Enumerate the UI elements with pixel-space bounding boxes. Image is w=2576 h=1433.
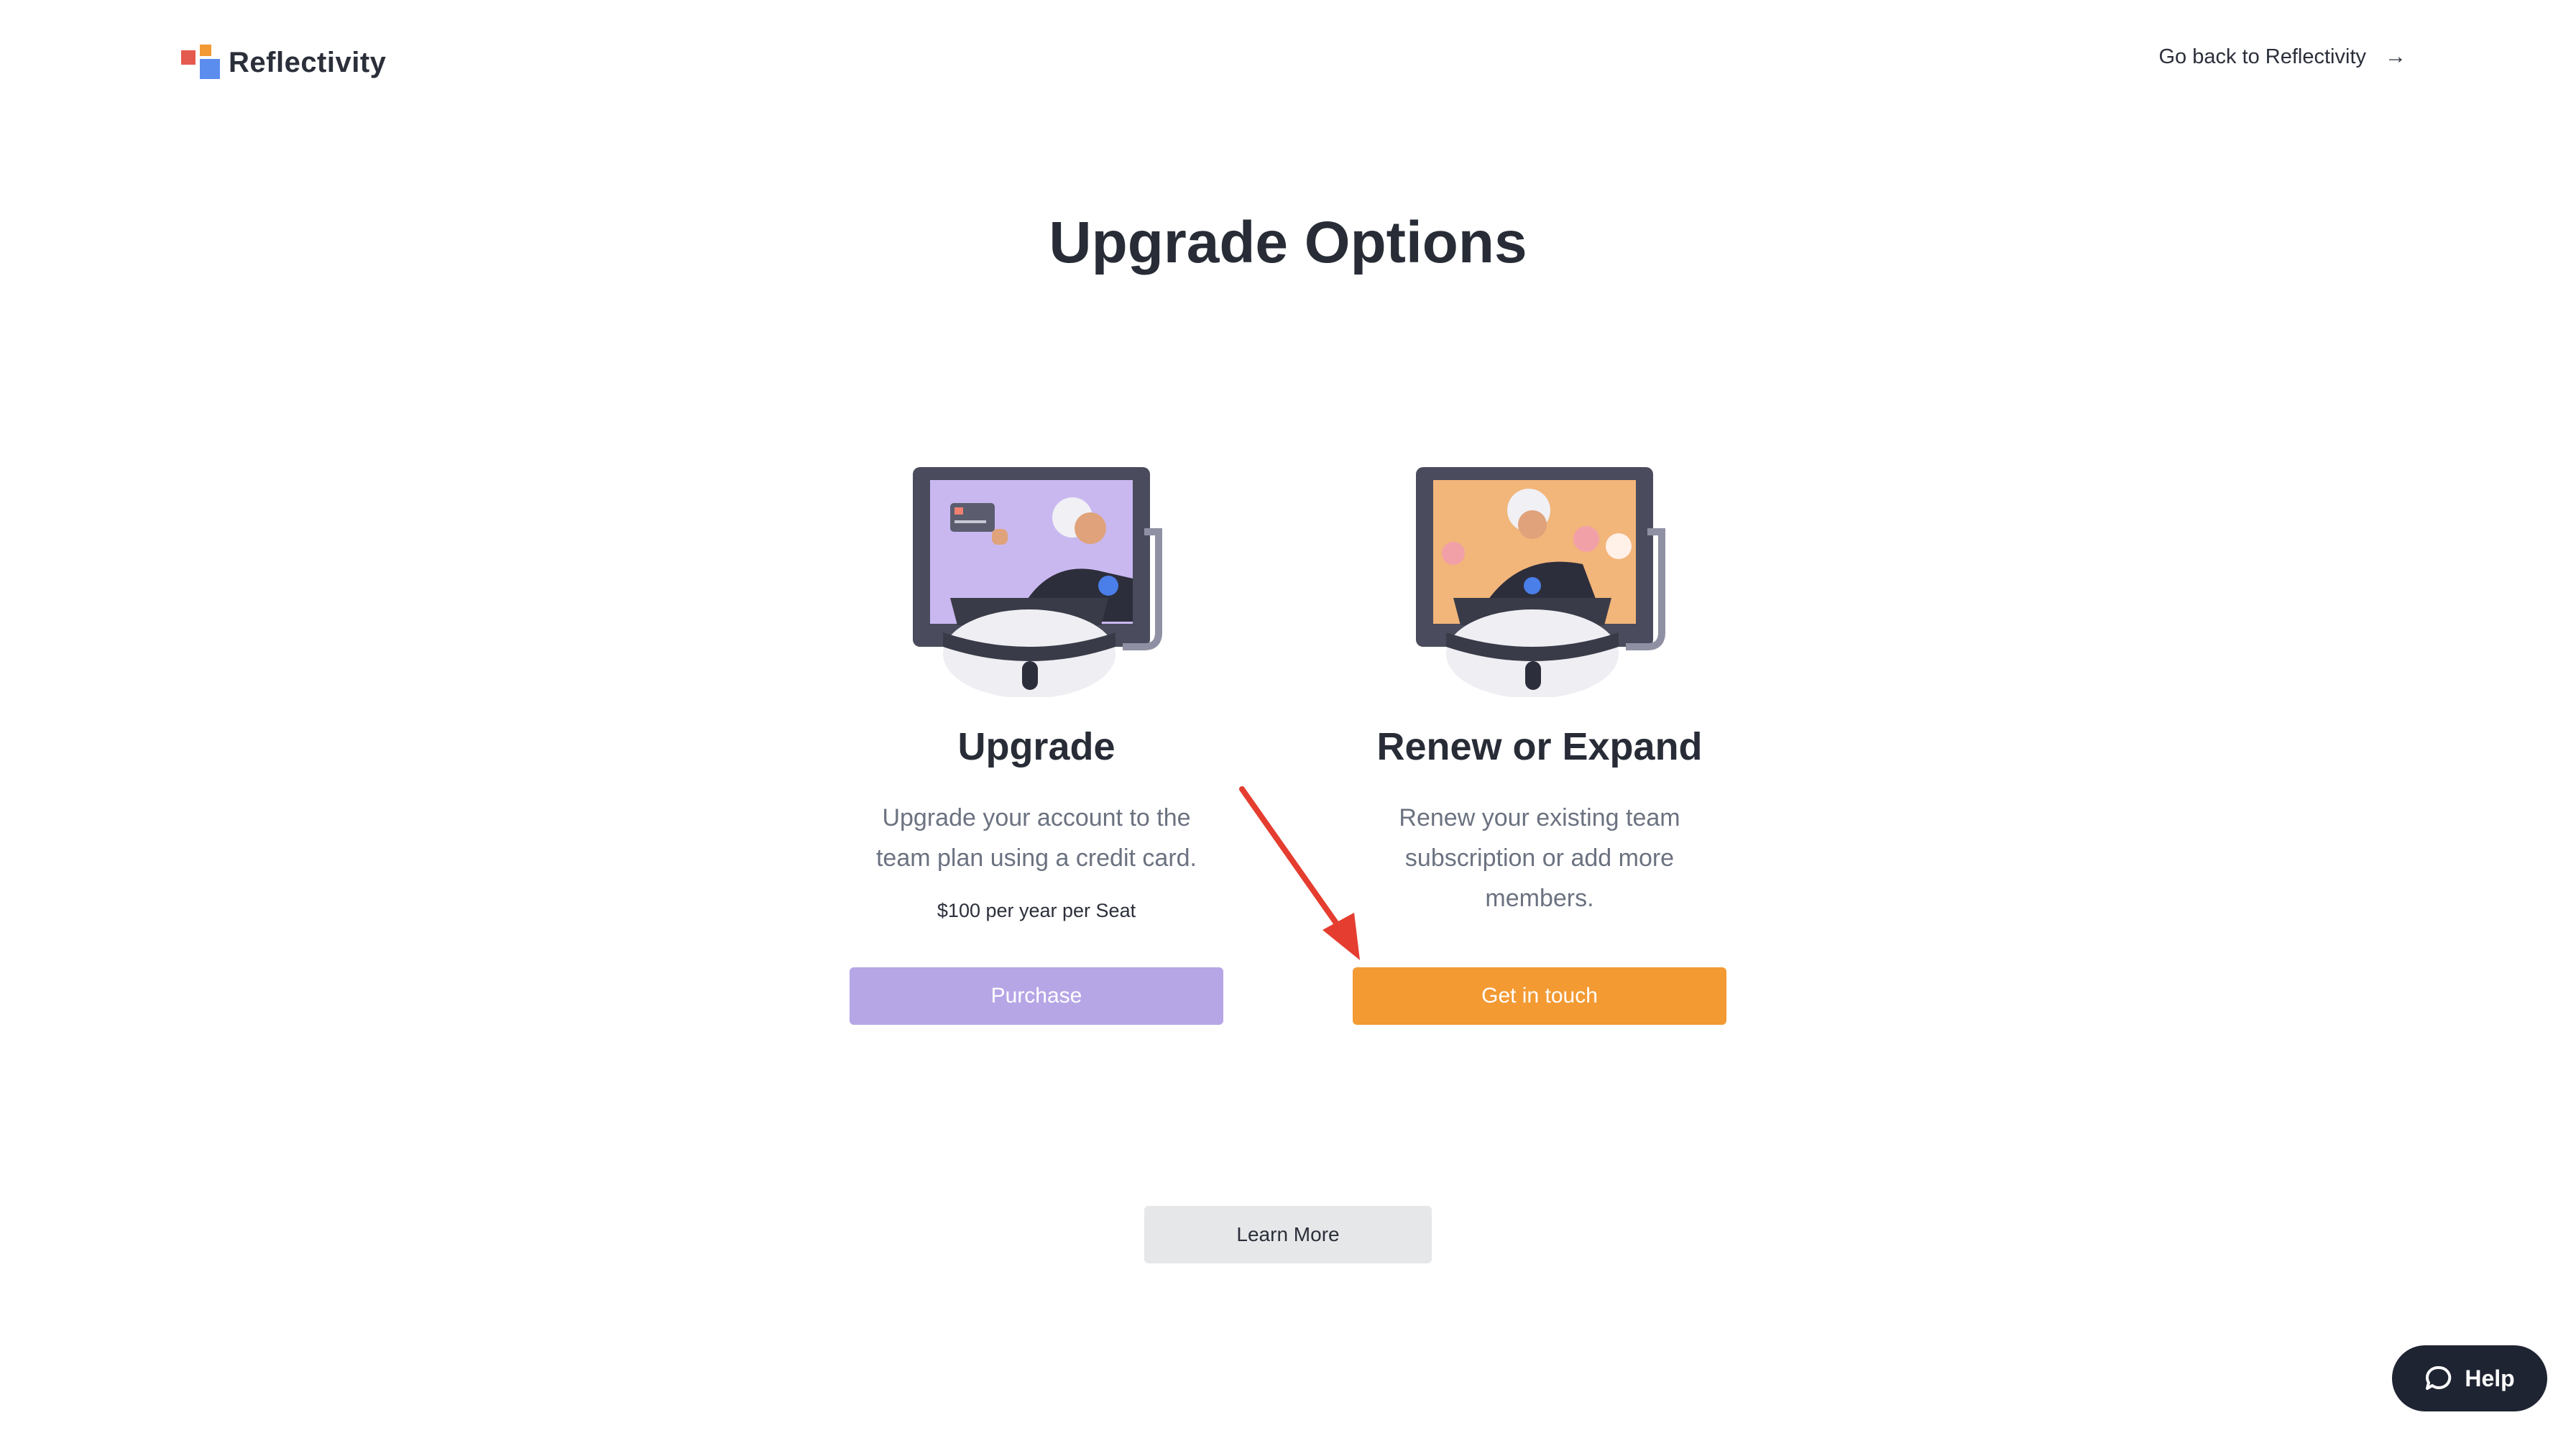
annotation-arrow-icon (1239, 786, 1360, 960)
upgrade-description: Upgrade your account to the team plan us… (875, 804, 1197, 872)
go-back-label: Go back to Reflectivity (2158, 45, 2367, 68)
upgrade-card: Upgrade Upgrade your account to the team… (850, 460, 1223, 922)
upgrade-title: Upgrade (957, 725, 1116, 768)
arrow-right-icon: → (2385, 45, 2406, 68)
top-header: Reflectivity Go back to Reflectivity → (0, 0, 2576, 122)
renew-title: Renew or Expand (1376, 725, 1703, 768)
renew-description: Renew your existing team subscription or… (1399, 804, 1680, 912)
help-button[interactable]: Help (2392, 1345, 2547, 1411)
logo-mark-icon (181, 45, 221, 80)
brand-name: Reflectivity (229, 46, 387, 78)
renew-card: Renew or Expand Renew your existing team… (1353, 460, 1726, 918)
go-back-link[interactable]: Go back to Reflectivity → (2159, 45, 2407, 69)
brand-logo[interactable]: Reflectivity (181, 45, 386, 80)
chat-bubble-icon (2426, 1365, 2452, 1390)
get-in-touch-button[interactable]: Get in touch (1353, 967, 1726, 1025)
upgrade-illustration (913, 467, 1162, 697)
purchase-button[interactable]: Purchase (850, 967, 1223, 1025)
page-title: Upgrade Options (1049, 209, 1527, 275)
learn-more-button[interactable]: Learn More (1144, 1206, 1432, 1263)
help-label: Help (2465, 1365, 2515, 1391)
renew-illustration (1416, 467, 1665, 697)
upgrade-price: $100 per year per Seat (937, 900, 1136, 921)
